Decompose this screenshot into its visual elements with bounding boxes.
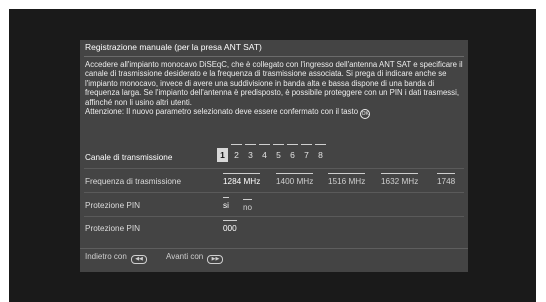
frequency-option-1284[interactable]: 1284 MHz [223, 173, 261, 186]
channel-label: Canale di transmissione [85, 153, 173, 162]
channel-option-7[interactable]: 7 [301, 144, 312, 162]
channel-option-2[interactable]: 2 [231, 144, 242, 162]
channel-option-8[interactable]: 8 [315, 144, 326, 162]
intro-paragraph: Accedere all'impianto monocavo DiSEqC, c… [85, 60, 463, 107]
forward-hint[interactable]: Avanti con ▶▶ [166, 252, 224, 264]
frequency-option-1748[interactable]: 1748 [437, 173, 456, 186]
channel-option-4[interactable]: 4 [259, 144, 270, 162]
frequency-label: Frequenza di trasmissione [85, 177, 182, 186]
pin-label: Protezione PIN [85, 224, 141, 233]
row-divider [84, 192, 464, 193]
channel-option-6[interactable]: 6 [287, 144, 298, 162]
ok-icon: OK [360, 109, 371, 120]
channel-option-1[interactable]: 1 [217, 148, 228, 162]
frequency-option-1516[interactable]: 1516 MHz [328, 173, 366, 186]
frequency-option-1400[interactable]: 1400 MHz [276, 173, 314, 186]
forward-label: Avanti con [166, 252, 204, 261]
channel-option-3[interactable]: 3 [245, 144, 256, 162]
rewind-button-icon: ◀◀ [131, 255, 148, 264]
row-divider [84, 216, 464, 217]
frequency-option-1632[interactable]: 1632 MHz [381, 173, 419, 186]
back-hint[interactable]: Indietro con ◀◀ [85, 252, 148, 264]
row-divider [84, 168, 464, 169]
pin-protection-option-no[interactable]: no [243, 199, 253, 212]
footer-divider [80, 248, 468, 249]
pin-field[interactable]: 000 [223, 220, 237, 233]
pin-protection-option-si[interactable]: si [223, 197, 229, 210]
confirm-note: Attenzione: Il nuovo parametro seleziona… [85, 107, 359, 117]
title-divider [84, 56, 464, 57]
forward-button-icon: ▶▶ [207, 255, 224, 264]
channel-option-5[interactable]: 5 [273, 144, 284, 162]
intro-text: Accedere all'impianto monocavo DiSEqC, c… [85, 60, 463, 120]
dialog-title: Registrazione manuale (per la presa ANT … [85, 42, 262, 52]
back-label: Indietro con [85, 252, 127, 261]
pin-protection-label: Protezione PIN [85, 201, 141, 210]
